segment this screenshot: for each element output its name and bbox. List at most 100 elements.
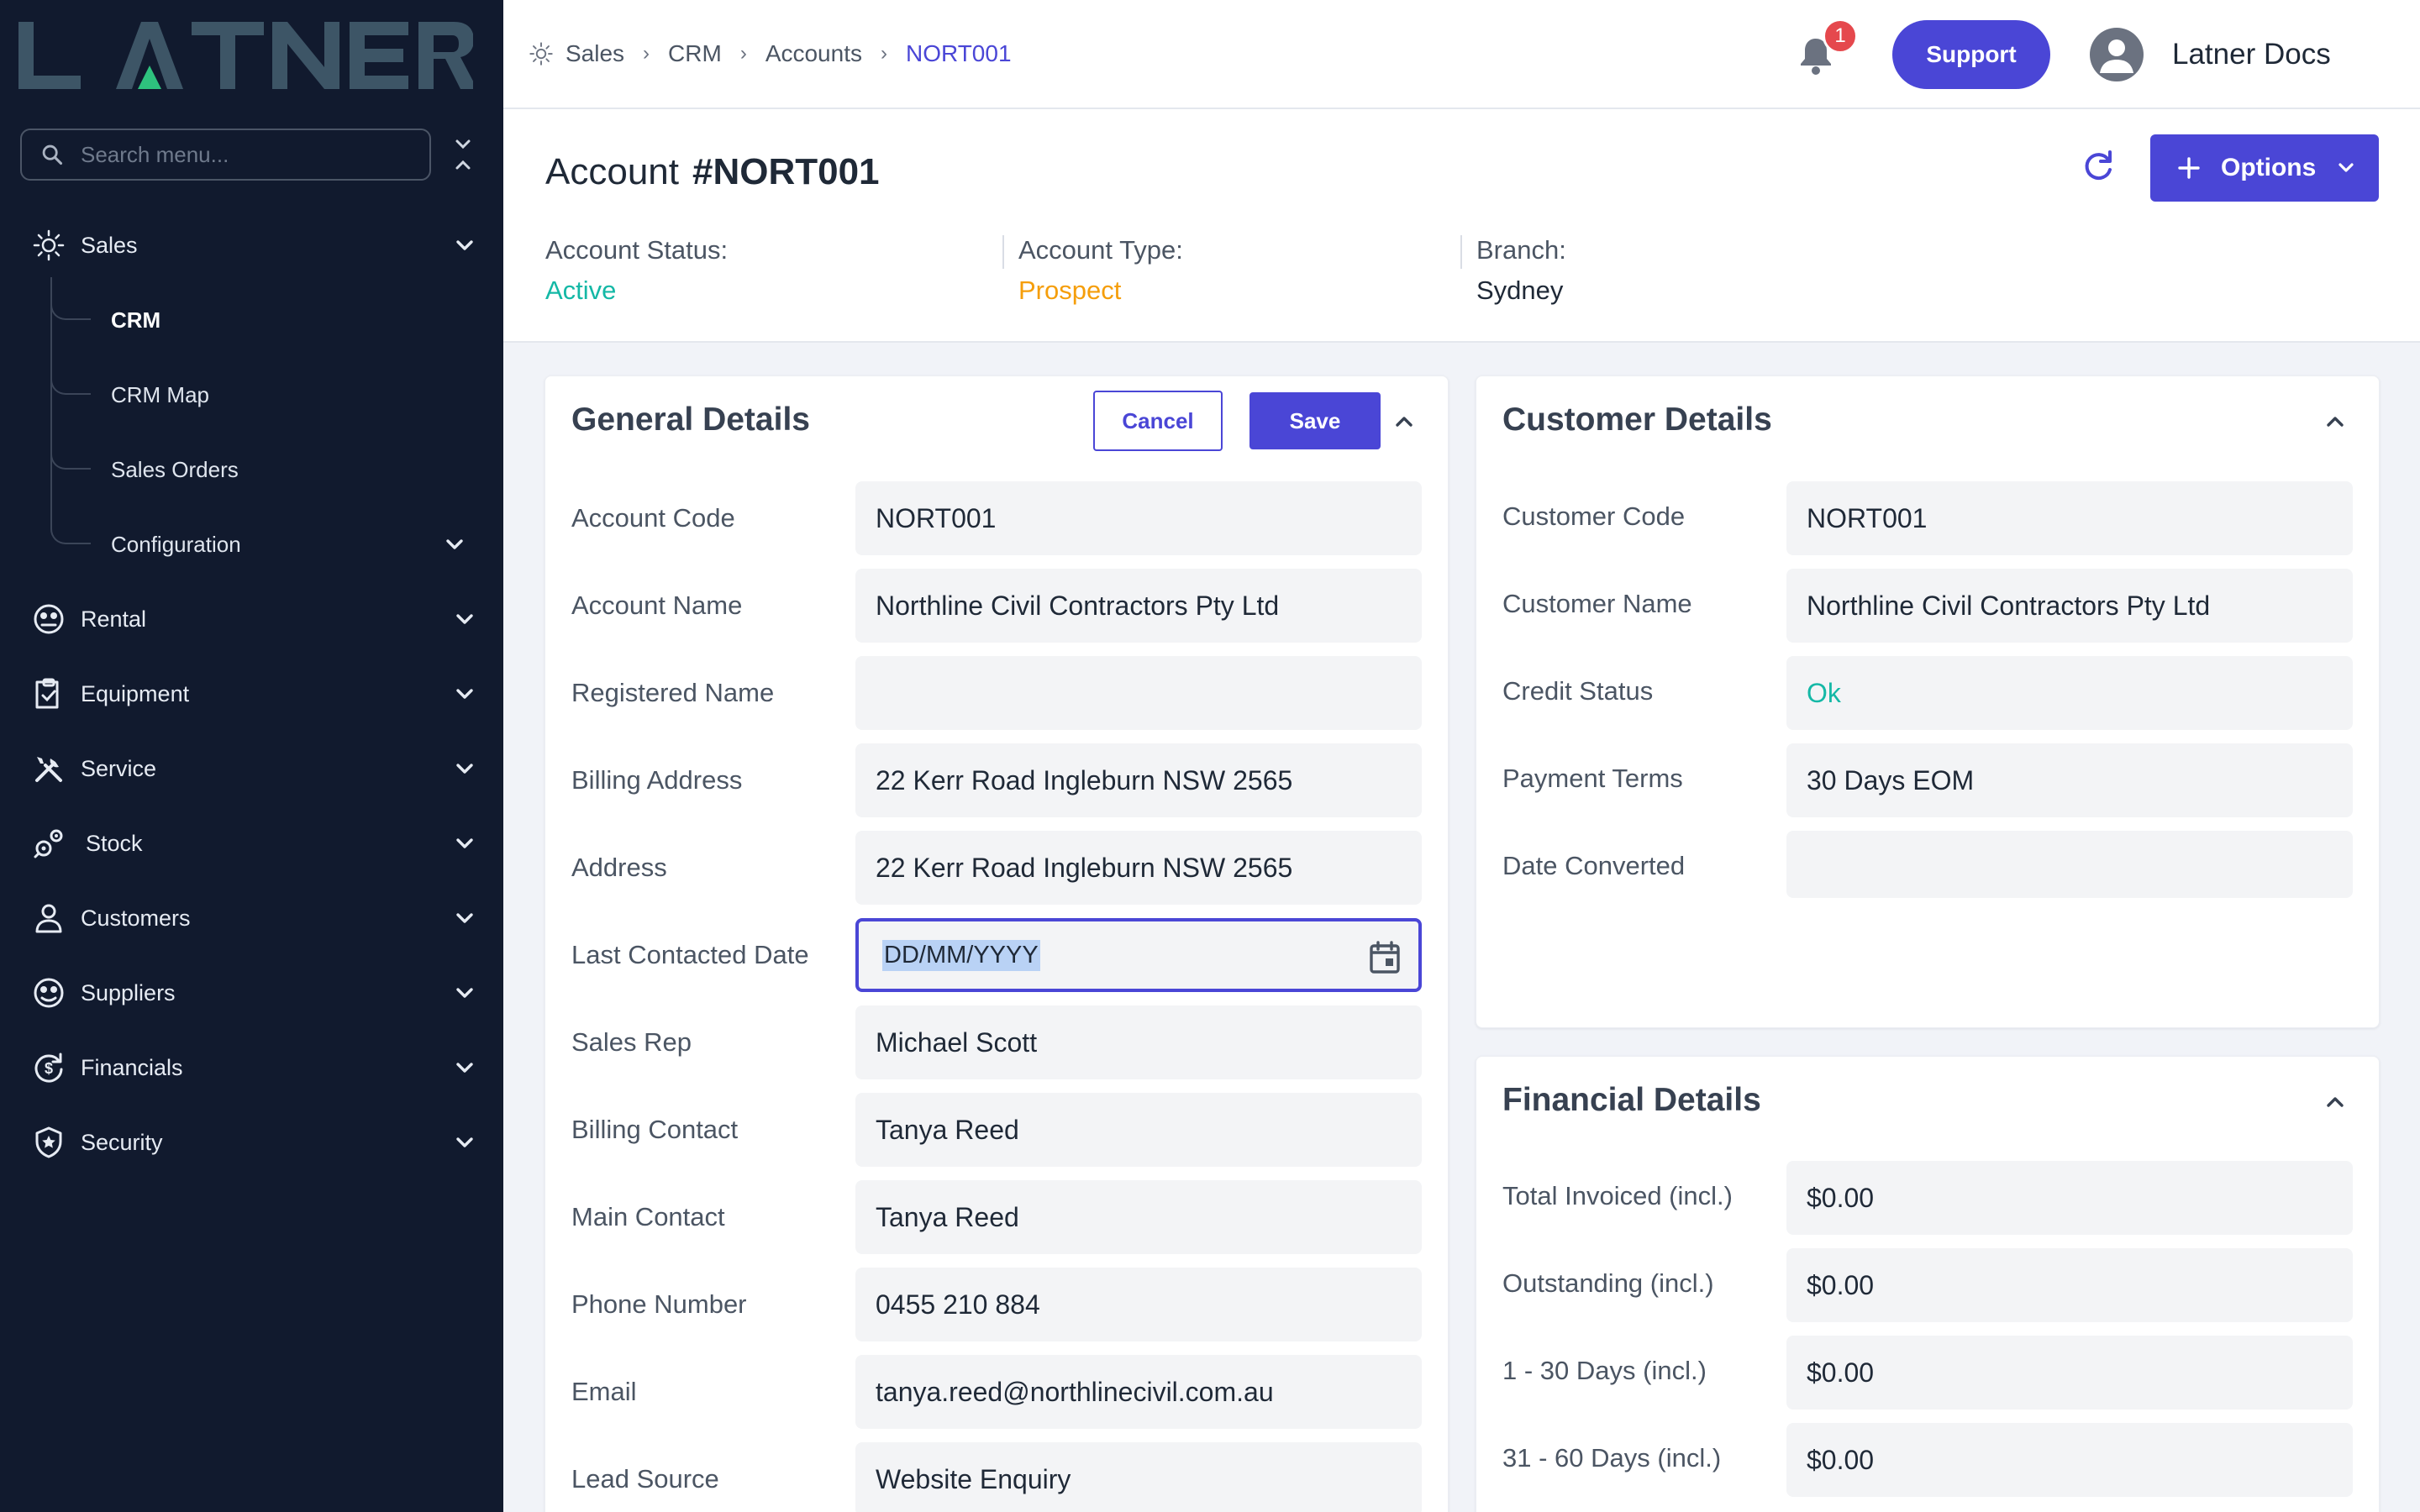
sidebar-subitem-sales-orders[interactable]: Sales Orders — [50, 436, 487, 503]
user-avatar-icon — [2100, 39, 2133, 73]
search-box[interactable] — [20, 129, 431, 181]
save-button[interactable]: Save — [1249, 392, 1381, 449]
billing-address-input[interactable]: 22 Kerr Road Ingleburn NSW 2565 — [855, 743, 1422, 817]
sidebar-subitem-configuration[interactable]: Configuration — [50, 511, 487, 578]
tools-icon — [32, 752, 66, 785]
breadcrumb-sales[interactable]: Sales — [566, 40, 624, 67]
chevron-up-icon[interactable] — [2320, 1090, 2350, 1114]
email-input[interactable]: tanya.reed@northlinecivil.com.au — [855, 1355, 1422, 1429]
account-code-input[interactable]: NORT001 — [855, 481, 1422, 555]
field-label: 1 - 30 Days (incl.) — [1502, 1356, 1707, 1385]
outstanding-value: $0.00 — [1786, 1248, 2353, 1322]
collapse-menu-button[interactable] — [450, 134, 476, 175]
sidebar-subitem-label: CRM — [111, 307, 161, 333]
aging-31-60-value: $0.00 — [1786, 1423, 2353, 1497]
customer-details-card: Customer Details Customer Code NORT001 C… — [1476, 375, 2380, 1028]
branch-value: Sydney — [1476, 276, 1564, 305]
page-title: Account #NORT001 — [545, 147, 880, 197]
sidebar-item-security[interactable]: Security — [0, 1109, 503, 1176]
billing-contact-input[interactable]: Tanya Reed — [855, 1093, 1422, 1167]
breadcrumb-current: NORT001 — [905, 40, 1012, 66]
top-bar: Sales › CRM › Accounts › NORT001 1 Suppo… — [503, 0, 2420, 109]
financial-details-card: Financial Details Total Invoiced (incl.)… — [1476, 1056, 2380, 1512]
field-label: Account Code — [571, 503, 735, 533]
account-name-input[interactable]: Northline Civil Contractors Pty Ltd — [855, 569, 1422, 643]
field-label: Main Contact — [571, 1202, 725, 1231]
total-invoiced-value: $0.00 — [1786, 1161, 2353, 1235]
breadcrumb-crm[interactable]: CRM — [668, 40, 722, 67]
sidebar-item-sales[interactable]: Sales — [0, 212, 503, 279]
breadcrumb-separator: › — [643, 42, 650, 65]
field-label: Phone Number — [571, 1289, 747, 1319]
sidebar-subitem-label: CRM Map — [111, 382, 210, 407]
phone-number-input[interactable]: 0455 210 884 — [855, 1268, 1422, 1341]
general-details-card: General Details Cancel Save Account Code… — [544, 375, 1449, 1512]
stat-label: Branch: — [1476, 235, 1566, 265]
sidebar-subitem-crm[interactable]: CRM — [50, 286, 487, 354]
chevron-up-icon[interactable] — [1389, 410, 1419, 433]
last-contacted-date-input[interactable]: DD/MM/YYYY — [855, 918, 1422, 992]
tree-branch — [50, 511, 91, 544]
card-title: Customer Details — [1502, 402, 1772, 438]
sidebar-item-label: Sales — [81, 233, 138, 258]
account-type-value: Prospect — [1018, 276, 1122, 305]
sidebar-subitem-label: Configuration — [111, 532, 241, 557]
sidebar-item-equipment[interactable]: Equipment — [0, 660, 503, 727]
field-label: Credit Status — [1502, 676, 1654, 706]
sidebar-item-label: Stock — [86, 831, 143, 856]
breadcrumb-accounts[interactable]: Accounts — [765, 40, 862, 67]
brand-logo[interactable] — [15, 17, 477, 92]
divider — [1002, 235, 1004, 269]
sidebar-item-suppliers[interactable]: Suppliers — [0, 959, 503, 1026]
notification-count-badge: 1 — [1823, 18, 1858, 54]
customer-name-input[interactable]: Northline Civil Contractors Pty Ltd — [1786, 569, 2353, 643]
refresh-icon — [2085, 150, 2112, 181]
chevron-down-icon — [456, 614, 473, 624]
sidebar-item-customers[interactable]: Customers — [0, 885, 503, 952]
chevron-down-icon — [456, 1137, 473, 1147]
options-button[interactable]: Options — [2150, 134, 2379, 202]
clipboard-check-icon — [32, 677, 66, 711]
registered-name-input[interactable] — [855, 656, 1422, 730]
sidebar-item-financials[interactable]: $ Financials — [0, 1034, 503, 1101]
sales-rep-input[interactable]: Michael Scott — [855, 1005, 1422, 1079]
avatar[interactable] — [2090, 28, 2144, 81]
main-contact-input[interactable]: Tanya Reed — [855, 1180, 1422, 1254]
search-input[interactable] — [81, 141, 400, 168]
customer-code-input[interactable]: NORT001 — [1786, 481, 2353, 555]
sidebar-item-service[interactable]: Service — [0, 735, 503, 802]
chevron-down-icon — [2336, 160, 2356, 176]
date-converted-input[interactable] — [1786, 831, 2353, 898]
field-label: Sales Rep — [571, 1027, 692, 1057]
address-input[interactable]: 22 Kerr Road Ingleburn NSW 2565 — [855, 831, 1422, 905]
calendar-icon[interactable] — [1368, 940, 1402, 975]
field-label: Billing Address — [571, 765, 743, 795]
gears-icon — [32, 827, 66, 860]
branch: Branch: Sydney — [1476, 234, 1566, 307]
user-name[interactable]: Latner Docs — [2172, 35, 2331, 74]
account-code-title: #NORT001 — [692, 151, 880, 192]
sidebar-item-label: Financials — [81, 1055, 183, 1080]
lead-source-input[interactable]: Website Enquiry — [855, 1442, 1422, 1512]
sidebar-item-stock[interactable]: Stock — [0, 810, 503, 877]
field-label: 31 - 60 Days (incl.) — [1502, 1443, 1722, 1473]
sidebar-subitem-crm-map[interactable]: CRM Map — [50, 361, 487, 428]
aging-1-30-value: $0.00 — [1786, 1336, 2353, 1410]
chevron-up-icon[interactable] — [2320, 410, 2350, 433]
chevron-down-icon — [456, 764, 473, 774]
sidebar-subitem-label: Sales Orders — [111, 457, 239, 482]
field-label: Account Name — [571, 591, 743, 620]
cancel-button[interactable]: Cancel — [1093, 391, 1223, 451]
collapse-icon — [455, 139, 471, 170]
rental-icon — [32, 602, 66, 636]
support-button[interactable]: Support — [1892, 20, 2050, 89]
sidebar-item-label: Suppliers — [81, 980, 176, 1005]
chevron-down-icon — [456, 913, 473, 923]
refresh-button[interactable] — [2080, 148, 2117, 185]
date-placeholder-selected: DD/MM/YYYY — [882, 939, 1040, 971]
dollar-cycle-icon: $ — [32, 1051, 66, 1084]
options-label: Options — [2221, 154, 2317, 181]
sidebar-item-rental[interactable]: Rental — [0, 585, 503, 653]
payment-terms-input[interactable]: 30 Days EOM — [1786, 743, 2353, 817]
field-label: Address — [571, 853, 667, 882]
